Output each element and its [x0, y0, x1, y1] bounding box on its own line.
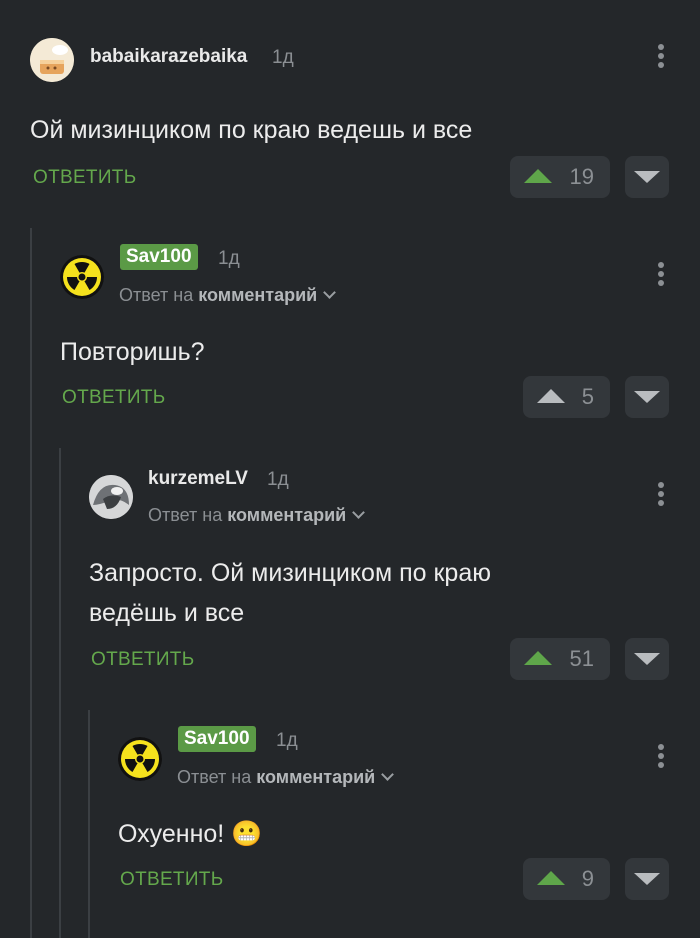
upvote-button[interactable]: 5	[523, 376, 610, 418]
more-options-icon[interactable]	[657, 44, 665, 72]
avatar[interactable]	[118, 737, 162, 781]
comment-text: Ой мизинциком по краю ведешь и все	[30, 110, 472, 150]
reply-to-link[interactable]: Ответ на комментарий	[177, 767, 395, 788]
comment-text-line: ведёшь и все	[89, 599, 245, 627]
comment-text-line: Повторишь?	[60, 338, 205, 366]
more-options-icon[interactable]	[657, 482, 665, 510]
chevron-down-icon	[323, 286, 337, 299]
upvote-arrow-icon	[524, 651, 552, 665]
vote-count: 19	[569, 164, 594, 189]
comment-text-line: Охуенно!	[118, 820, 225, 848]
upvote-button[interactable]: 51	[510, 638, 610, 680]
downvote-button[interactable]	[625, 376, 669, 418]
radiation-icon	[118, 737, 162, 781]
downvote-button[interactable]	[625, 156, 669, 198]
username-badge[interactable]: Sav100	[178, 726, 256, 752]
reply-to-prefix: Ответ на	[148, 505, 223, 525]
thread-line	[59, 448, 61, 938]
thread-line	[30, 228, 32, 938]
downvote-arrow-icon	[634, 171, 660, 183]
reply-to-link[interactable]: Ответ на комментарий	[119, 285, 337, 306]
vote-count: 9	[581, 866, 594, 891]
downvote-arrow-icon	[634, 391, 660, 403]
timestamp: 1д	[218, 248, 240, 269]
reply-to-prefix: Ответ на	[119, 285, 194, 305]
timestamp: 1д	[267, 469, 289, 490]
photo-avatar-icon	[89, 475, 133, 519]
more-options-icon[interactable]	[657, 744, 665, 772]
chevron-down-icon	[381, 768, 395, 781]
grimace-emoji-icon: 😬	[231, 820, 263, 848]
chevron-down-icon	[352, 506, 366, 519]
reply-button[interactable]: ОТВЕТИТЬ	[33, 167, 136, 189]
avatar[interactable]	[60, 255, 104, 299]
timestamp: 1д	[276, 730, 298, 751]
upvote-button[interactable]: 19	[510, 156, 610, 198]
reply-button[interactable]: ОТВЕТИТЬ	[62, 387, 165, 409]
vote-count: 51	[569, 646, 594, 671]
vote-count: 5	[581, 384, 594, 409]
comment-text: Запросто. Ой мизинциком по краю ведёшь и…	[89, 553, 491, 633]
comment-text-line: Запросто. Ой мизинциком по краю	[89, 559, 491, 587]
reply-to-prefix: Ответ на	[177, 767, 252, 787]
thread-line	[88, 710, 90, 938]
downvote-arrow-icon	[634, 873, 660, 885]
reply-button[interactable]: ОТВЕТИТЬ	[120, 869, 223, 891]
username[interactable]: kurzemeLV	[148, 468, 248, 490]
chef-cake-avatar-icon	[30, 38, 74, 82]
reply-to-link[interactable]: Ответ на комментарий	[148, 505, 366, 526]
reply-to-target[interactable]: комментарий	[227, 505, 346, 525]
reply-to-target[interactable]: комментарий	[256, 767, 375, 787]
avatar[interactable]	[89, 475, 133, 519]
reply-to-target[interactable]: комментарий	[198, 285, 317, 305]
reply-button[interactable]: ОТВЕТИТЬ	[91, 649, 194, 671]
upvote-arrow-icon	[537, 871, 565, 885]
upvote-arrow-icon	[537, 389, 565, 403]
username-badge[interactable]: Sav100	[120, 244, 198, 270]
timestamp: 1д	[272, 47, 294, 68]
more-options-icon[interactable]	[657, 262, 665, 290]
upvote-button[interactable]: 9	[523, 858, 610, 900]
comment-text: Повторишь?	[60, 332, 205, 372]
radiation-icon	[60, 255, 104, 299]
upvote-arrow-icon	[524, 169, 552, 183]
downvote-arrow-icon	[634, 653, 660, 665]
downvote-button[interactable]	[625, 858, 669, 900]
downvote-button[interactable]	[625, 638, 669, 680]
comment-text: Охуенно! 😬	[118, 814, 262, 854]
avatar[interactable]	[30, 38, 74, 82]
username[interactable]: babaikarazebaika	[90, 46, 247, 68]
comment-text-line: Ой мизинциком по краю ведешь и все	[30, 116, 473, 144]
